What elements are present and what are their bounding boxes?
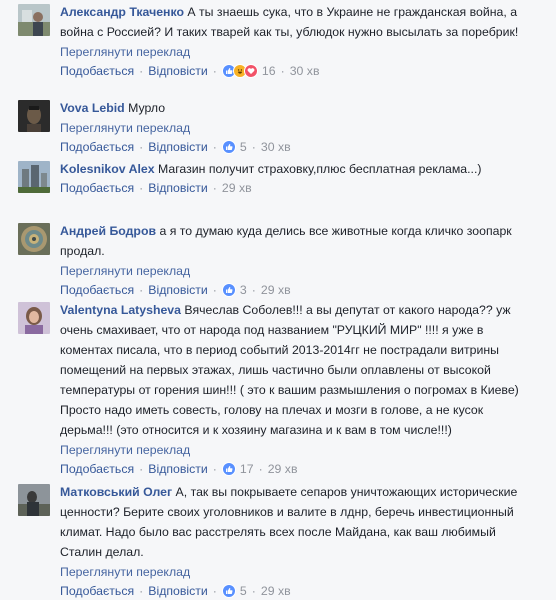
separator-dot: · (139, 140, 144, 154)
comment-item: Kolesnikov Alex Магазин получит страховк… (0, 159, 530, 197)
comment-actions: Подобається · Відповісти · 16 · 30 хв (60, 62, 530, 80)
see-translation-link[interactable]: Переглянути переклад (60, 562, 530, 582)
like-button[interactable]: Подобається (60, 582, 134, 600)
like-icon (221, 584, 236, 598)
comment-author[interactable]: Valentyna Latysheva (60, 303, 181, 317)
separator-dot: · (212, 181, 217, 195)
avatar[interactable] (18, 100, 50, 132)
comment-text: Kolesnikov Alex Магазин получит страховк… (60, 159, 530, 179)
like-icon (221, 462, 236, 476)
comment-timestamp[interactable]: 29 хв (222, 179, 252, 197)
like-button[interactable]: Подобається (60, 179, 134, 197)
comment-timestamp[interactable]: 30 хв (261, 138, 291, 156)
comment-item: Матковський Олег А, так вы покрываете се… (0, 482, 530, 600)
avatar[interactable] (18, 223, 50, 255)
separator-dot: · (212, 584, 217, 598)
like-button[interactable]: Подобається (60, 281, 134, 299)
comment-actions: Подобається · Відповісти · 5 · 29 хв (60, 582, 530, 600)
separator-dot: · (212, 283, 217, 297)
comment-author[interactable]: Kolesnikov Alex (60, 162, 155, 176)
comment-feed: Александр Ткаченко А ты знаешь сука, что… (0, 0, 556, 598)
comment-text: Александр Ткаченко А ты знаешь сука, что… (60, 2, 530, 42)
like-icon (221, 283, 236, 297)
comment-message: Вячеслав Соболев!!! а вы депутат от како… (60, 303, 519, 437)
separator-dot: · (212, 64, 217, 78)
comment-timestamp[interactable]: 30 хв (290, 62, 320, 80)
reply-button[interactable]: Відповісти (148, 138, 208, 156)
comment-author[interactable]: Александр Ткаченко (60, 5, 184, 19)
like-icon (221, 140, 236, 154)
reactions-summary[interactable]: 16 (221, 62, 276, 80)
comment-actions: Подобається · Відповісти · 17 · 29 хв (60, 460, 530, 478)
reactions-summary[interactable]: 3 (221, 281, 247, 299)
comment-timestamp[interactable]: 29 хв (261, 582, 291, 600)
reply-button[interactable]: Відповісти (148, 460, 208, 478)
separator-dot: · (212, 140, 217, 154)
reaction-count: 5 (239, 584, 247, 598)
reply-button[interactable]: Відповісти (148, 62, 208, 80)
like-button[interactable]: Подобається (60, 460, 134, 478)
reaction-count: 3 (239, 283, 247, 297)
comment-item: Vova Lebid Мурло Переглянути переклад По… (0, 98, 530, 156)
separator-dot: · (139, 283, 144, 297)
see-translation-link[interactable]: Переглянути переклад (60, 261, 530, 281)
comment-timestamp[interactable]: 29 хв (268, 460, 298, 478)
reactions-summary[interactable]: 5 (221, 582, 247, 600)
reply-button[interactable]: Відповісти (148, 582, 208, 600)
like-button[interactable]: Подобається (60, 138, 134, 156)
comment-message: Мурло (128, 101, 166, 115)
separator-dot: · (212, 462, 217, 476)
see-translation-link[interactable]: Переглянути переклад (60, 42, 530, 62)
comment-text: Vova Lebid Мурло (60, 98, 530, 118)
comment-timestamp[interactable]: 29 хв (261, 281, 291, 299)
comment-actions: Подобається · Відповісти · 5 · 30 хв (60, 138, 530, 156)
reply-button[interactable]: Відповісти (148, 179, 208, 197)
comment-author[interactable]: Vova Lebid (60, 101, 125, 115)
comment-actions: Подобається · Відповісти · 29 хв (60, 179, 530, 197)
comment-text: Valentyna Latysheva Вячеслав Соболев!!! … (60, 300, 530, 440)
comment-author[interactable]: Андрей Бодров (60, 224, 156, 238)
reply-button[interactable]: Відповісти (148, 281, 208, 299)
reactions-summary[interactable]: 17 (221, 460, 254, 478)
love-icon (243, 64, 258, 78)
avatar[interactable] (18, 161, 50, 193)
separator-dot: · (251, 584, 256, 598)
separator-dot: · (280, 64, 285, 78)
see-translation-link[interactable]: Переглянути переклад (60, 118, 530, 138)
separator-dot: · (139, 64, 144, 78)
comment-item: Андрей Бодров а я то думаю куда делись в… (0, 221, 530, 299)
comment-item: Александр Ткаченко А ты знаешь сука, что… (0, 2, 530, 80)
separator-dot: · (139, 584, 144, 598)
see-translation-link[interactable]: Переглянути переклад (60, 440, 530, 460)
separator-dot: · (251, 283, 256, 297)
separator-dot: · (139, 462, 144, 476)
comment-text: Матковський Олег А, так вы покрываете се… (60, 482, 530, 562)
like-button[interactable]: Подобається (60, 62, 134, 80)
reaction-count: 16 (261, 64, 276, 78)
separator-dot: · (258, 462, 263, 476)
avatar[interactable] (18, 484, 50, 516)
separator-dot: · (251, 140, 256, 154)
reaction-count: 5 (239, 140, 247, 154)
reactions-summary[interactable]: 5 (221, 138, 247, 156)
avatar[interactable] (18, 4, 50, 36)
avatar[interactable] (18, 302, 50, 334)
separator-dot: · (139, 181, 144, 195)
comment-item: Valentyna Latysheva Вячеслав Соболев!!! … (0, 300, 530, 478)
comment-message: Магазин получит страховку,плюс бесплатна… (157, 162, 482, 176)
comment-actions: Подобається · Відповісти · 3 · 29 хв (60, 281, 530, 299)
comment-author[interactable]: Матковський Олег (60, 485, 172, 499)
reaction-count: 17 (239, 462, 254, 476)
comment-text: Андрей Бодров а я то думаю куда делись в… (60, 221, 530, 261)
